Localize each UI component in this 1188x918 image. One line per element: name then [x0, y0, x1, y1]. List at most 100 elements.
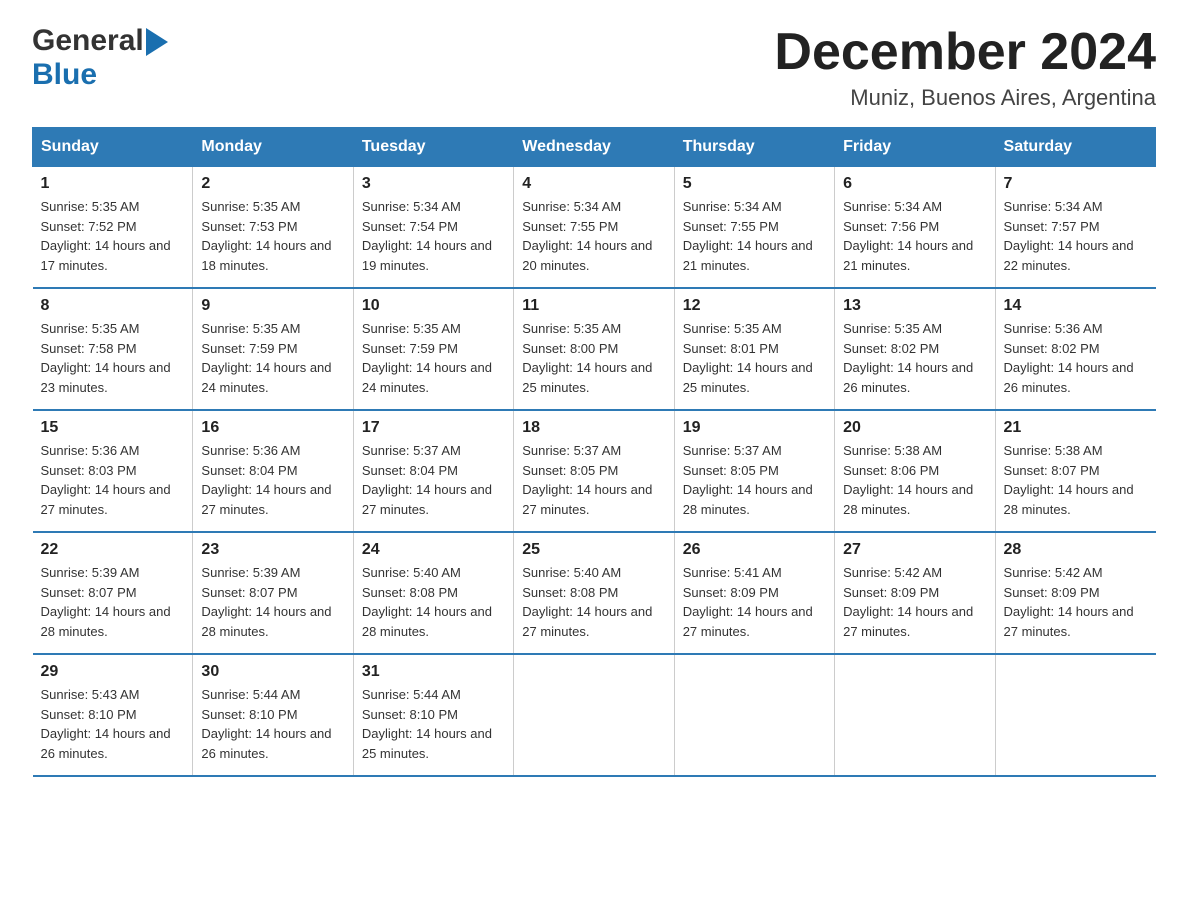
- day-number: 15: [41, 419, 185, 437]
- logo: General Blue: [32, 24, 168, 92]
- calendar-cell: 2Sunrise: 5:35 AMSunset: 7:53 PMDaylight…: [193, 167, 353, 289]
- day-number: 24: [362, 541, 505, 559]
- calendar-cell: 11Sunrise: 5:35 AMSunset: 8:00 PMDayligh…: [514, 288, 674, 410]
- location-title: Muniz, Buenos Aires, Argentina: [774, 85, 1156, 111]
- day-number: 8: [41, 297, 185, 315]
- calendar-cell: 29 Sunrise: 5:43 AMSunset: 8:10 PMDayligh…: [33, 654, 193, 776]
- title-area: December 2024 Muniz, Buenos Aires, Argen…: [774, 24, 1156, 111]
- month-title: December 2024: [774, 24, 1156, 81]
- calendar-cell: 13 Sunrise: 5:35 AMSunset: 8:02 PMDayligh…: [835, 288, 995, 410]
- day-info: Sunrise: 5:36 AMSunset: 8:03 PMDaylight:…: [41, 441, 185, 519]
- day-number: 16: [201, 419, 344, 437]
- calendar-cell: 24 Sunrise: 5:40 AMSunset: 8:08 PMDayligh…: [353, 532, 513, 654]
- calendar-cell: 31Sunrise: 5:44 AMSunset: 8:10 PMDayligh…: [353, 654, 513, 776]
- day-number: 13: [843, 297, 986, 315]
- day-number: 9: [201, 297, 344, 315]
- day-number: 5: [683, 175, 826, 193]
- day-number: 30: [201, 663, 344, 681]
- calendar-cell: 3Sunrise: 5:34 AMSunset: 7:54 PMDaylight…: [353, 167, 513, 289]
- day-number: 10: [362, 297, 505, 315]
- day-info: Sunrise: 5:35 AMSunset: 7:59 PMDaylight:…: [362, 319, 505, 397]
- calendar-cell: 6 Sunrise: 5:34 AMSunset: 7:56 PMDaylight…: [835, 167, 995, 289]
- calendar-cell: 10 Sunrise: 5:35 AMSunset: 7:59 PMDayligh…: [353, 288, 513, 410]
- calendar-cell: 12Sunrise: 5:35 AMSunset: 8:01 PMDayligh…: [674, 288, 834, 410]
- weekday-header-monday: Monday: [193, 128, 353, 167]
- calendar-cell: 8Sunrise: 5:35 AMSunset: 7:58 PMDaylight…: [33, 288, 193, 410]
- logo-general-text: General: [32, 24, 144, 58]
- calendar-cell: 19 Sunrise: 5:37 AMSunset: 8:05 PMDayligh…: [674, 410, 834, 532]
- day-number: 20: [843, 419, 986, 437]
- day-number: 19: [683, 419, 826, 437]
- calendar-week-row: 1 Sunrise: 5:35 AMSunset: 7:52 PMDaylight…: [33, 167, 1156, 289]
- day-info: Sunrise: 5:34 AMSunset: 7:57 PMDaylight:…: [1004, 197, 1148, 275]
- calendar-cell: 4 Sunrise: 5:34 AMSunset: 7:55 PMDaylight…: [514, 167, 674, 289]
- calendar-cell: [514, 654, 674, 776]
- day-info: Sunrise: 5:34 AMSunset: 7:56 PMDaylight:…: [843, 197, 986, 275]
- day-number: 11: [522, 297, 665, 315]
- day-info: Sunrise: 5:35 AMSunset: 7:53 PMDaylight:…: [201, 197, 344, 275]
- calendar-cell: 28 Sunrise: 5:42 AMSunset: 8:09 PMDayligh…: [995, 532, 1155, 654]
- day-info: Sunrise: 5:37 AMSunset: 8:05 PMDaylight:…: [522, 441, 665, 519]
- day-number: 25: [522, 541, 665, 559]
- day-info: Sunrise: 5:42 AMSunset: 8:09 PMDaylight:…: [1004, 563, 1148, 641]
- day-info: Sunrise: 5:39 AMSunset: 8:07 PMDaylight:…: [201, 563, 344, 641]
- calendar-week-row: 8Sunrise: 5:35 AMSunset: 7:58 PMDaylight…: [33, 288, 1156, 410]
- day-number: 28: [1004, 541, 1148, 559]
- calendar-cell: 16Sunrise: 5:36 AMSunset: 8:04 PMDayligh…: [193, 410, 353, 532]
- day-info: Sunrise: 5:44 AMSunset: 8:10 PMDaylight:…: [362, 685, 505, 763]
- weekday-header-row: SundayMondayTuesdayWednesdayThursdayFrid…: [33, 128, 1156, 167]
- weekday-header-tuesday: Tuesday: [353, 128, 513, 167]
- weekday-header-saturday: Saturday: [995, 128, 1155, 167]
- page-header: General Blue December 2024 Muniz, Buenos…: [32, 24, 1156, 111]
- calendar-cell: 5 Sunrise: 5:34 AMSunset: 7:55 PMDaylight…: [674, 167, 834, 289]
- logo-blue-text: Blue: [32, 58, 97, 91]
- day-number: 6: [843, 175, 986, 193]
- day-number: 14: [1004, 297, 1148, 315]
- day-info: Sunrise: 5:40 AMSunset: 8:08 PMDaylight:…: [362, 563, 505, 641]
- weekday-header-friday: Friday: [835, 128, 995, 167]
- weekday-header-sunday: Sunday: [33, 128, 193, 167]
- calendar-cell: 14 Sunrise: 5:36 AMSunset: 8:02 PMDayligh…: [995, 288, 1155, 410]
- day-info: Sunrise: 5:35 AMSunset: 7:52 PMDaylight:…: [41, 197, 185, 275]
- calendar-cell: 25 Sunrise: 5:40 AMSunset: 8:08 PMDayligh…: [514, 532, 674, 654]
- day-info: Sunrise: 5:38 AMSunset: 8:06 PMDaylight:…: [843, 441, 986, 519]
- day-info: Sunrise: 5:39 AMSunset: 8:07 PMDaylight:…: [41, 563, 185, 641]
- day-number: 1: [41, 175, 185, 193]
- calendar-cell: 21Sunrise: 5:38 AMSunset: 8:07 PMDayligh…: [995, 410, 1155, 532]
- calendar-cell: 27 Sunrise: 5:42 AMSunset: 8:09 PMDayligh…: [835, 532, 995, 654]
- calendar-cell: [995, 654, 1155, 776]
- day-info: Sunrise: 5:43 AMSunset: 8:10 PMDaylight:…: [41, 685, 185, 763]
- logo-triangle-icon: [146, 28, 168, 56]
- day-number: 29: [41, 663, 185, 681]
- day-info: Sunrise: 5:34 AMSunset: 7:55 PMDaylight:…: [522, 197, 665, 275]
- calendar-cell: 22Sunrise: 5:39 AMSunset: 8:07 PMDayligh…: [33, 532, 193, 654]
- day-info: Sunrise: 5:36 AMSunset: 8:02 PMDaylight:…: [1004, 319, 1148, 397]
- weekday-header-thursday: Thursday: [674, 128, 834, 167]
- calendar-cell: 17 Sunrise: 5:37 AMSunset: 8:04 PMDayligh…: [353, 410, 513, 532]
- calendar-cell: 7 Sunrise: 5:34 AMSunset: 7:57 PMDaylight…: [995, 167, 1155, 289]
- calendar-cell: 30 Sunrise: 5:44 AMSunset: 8:10 PMDayligh…: [193, 654, 353, 776]
- day-info: Sunrise: 5:42 AMSunset: 8:09 PMDaylight:…: [843, 563, 986, 641]
- day-info: Sunrise: 5:37 AMSunset: 8:05 PMDaylight:…: [683, 441, 826, 519]
- day-number: 21: [1004, 419, 1148, 437]
- calendar-table: SundayMondayTuesdayWednesdayThursdayFrid…: [32, 127, 1156, 777]
- day-info: Sunrise: 5:44 AMSunset: 8:10 PMDaylight:…: [201, 685, 344, 763]
- calendar-cell: 26Sunrise: 5:41 AMSunset: 8:09 PMDayligh…: [674, 532, 834, 654]
- day-number: 23: [201, 541, 344, 559]
- day-number: 27: [843, 541, 986, 559]
- calendar-cell: [835, 654, 995, 776]
- day-info: Sunrise: 5:35 AMSunset: 8:01 PMDaylight:…: [683, 319, 826, 397]
- day-number: 3: [362, 175, 505, 193]
- calendar-cell: 15 Sunrise: 5:36 AMSunset: 8:03 PMDayligh…: [33, 410, 193, 532]
- day-number: 7: [1004, 175, 1148, 193]
- day-info: Sunrise: 5:35 AMSunset: 8:02 PMDaylight:…: [843, 319, 986, 397]
- day-info: Sunrise: 5:34 AMSunset: 7:55 PMDaylight:…: [683, 197, 826, 275]
- day-number: 26: [683, 541, 826, 559]
- calendar-cell: 9 Sunrise: 5:35 AMSunset: 7:59 PMDaylight…: [193, 288, 353, 410]
- day-info: Sunrise: 5:35 AMSunset: 7:59 PMDaylight:…: [201, 319, 344, 397]
- day-info: Sunrise: 5:40 AMSunset: 8:08 PMDaylight:…: [522, 563, 665, 641]
- day-info: Sunrise: 5:37 AMSunset: 8:04 PMDaylight:…: [362, 441, 505, 519]
- day-number: 4: [522, 175, 665, 193]
- calendar-cell: 18Sunrise: 5:37 AMSunset: 8:05 PMDayligh…: [514, 410, 674, 532]
- day-number: 17: [362, 419, 505, 437]
